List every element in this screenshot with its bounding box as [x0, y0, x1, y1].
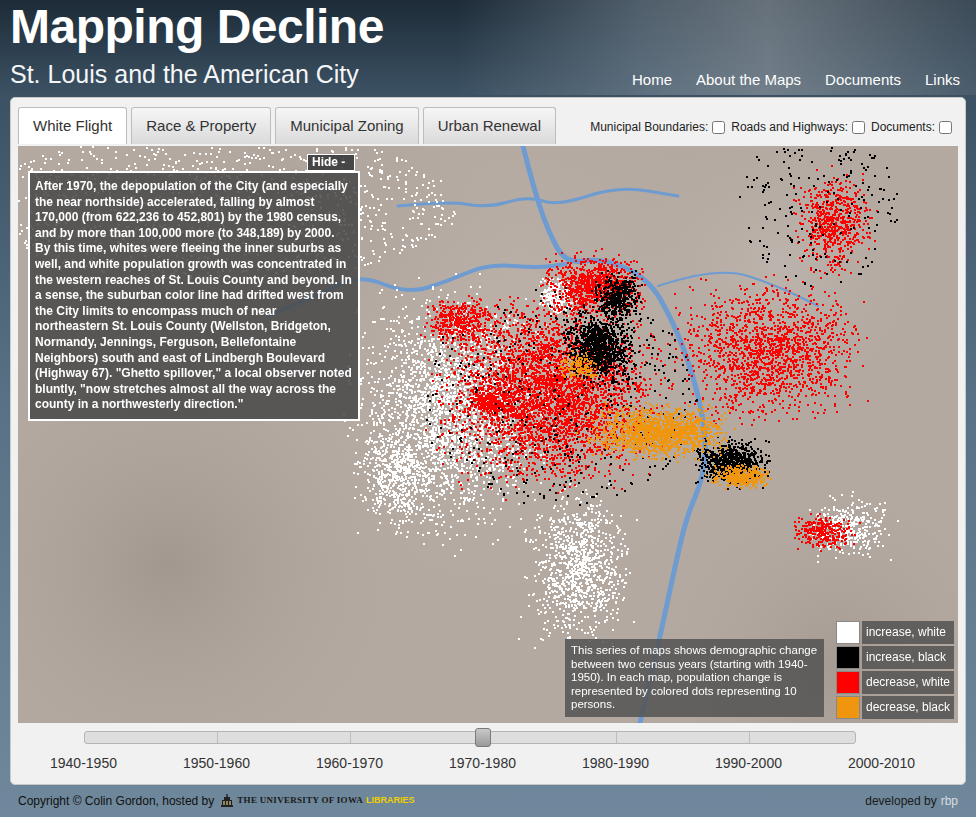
map-tab[interactable]: Urban Renewal [423, 107, 556, 145]
legend-item: increase, white [836, 621, 954, 644]
nav-link-item[interactable]: Links [925, 69, 960, 92]
legend-item: increase, black [836, 646, 954, 669]
map-description: This series of maps shows demographic ch… [565, 639, 824, 717]
copyright-text: Copyright © Colin Gordon, hosted by [18, 792, 214, 810]
legend-swatch [836, 671, 860, 694]
library-name[interactable]: THE UNIVERSITY OF IOWA [237, 794, 363, 808]
legend-swatch [836, 696, 860, 719]
tab-label[interactable]: Urban Renewal [438, 117, 541, 134]
layer-toggle[interactable]: Documents: [871, 118, 958, 136]
timeline-label[interactable]: 1950-1960 [150, 753, 283, 774]
timeline-thumb[interactable] [475, 728, 491, 747]
layer-toggles: Municipal Boundaries: Roads and Highways:… [590, 118, 958, 144]
developer-name[interactable]: rbp [941, 792, 958, 810]
site-titles: Mapping Decline St. Louis and the Americ… [0, 0, 384, 95]
legend-label: increase, white [862, 621, 954, 644]
layer-checkbox[interactable] [852, 121, 865, 134]
timeline-labels: 1940-19501950-19601960-19701970-19801980… [17, 753, 958, 774]
legend-label: decrease, black [862, 696, 954, 719]
layer-label[interactable]: Documents: [871, 118, 935, 136]
legend-item: decrease, black [836, 696, 954, 719]
capitol-building-icon [220, 794, 234, 808]
developed-by-text: developed by [865, 792, 936, 810]
nav-link-item[interactable]: Home [632, 69, 672, 92]
nav-link-item[interactable]: Documents [825, 69, 901, 92]
map-tab[interactable]: White Flight [18, 107, 127, 145]
legend-label: decrease, white [862, 671, 954, 694]
timeline-label[interactable]: 1970-1980 [416, 753, 549, 774]
timeline-label[interactable]: 1990-2000 [682, 753, 815, 774]
footer-credit: Copyright © Colin Gordon, hosted by THE U… [18, 792, 415, 810]
map[interactable]: After 1970, the depopulation of the City… [18, 146, 958, 723]
tab-label[interactable]: Municipal Zoning [290, 117, 403, 134]
site-subtitle: St. Louis and the American City [10, 59, 384, 89]
map-tab[interactable]: Municipal Zoning [275, 107, 418, 145]
header-nav: Home About the Maps Documents Links [456, 0, 976, 95]
timeline-label[interactable]: 2000-2010 [815, 753, 948, 774]
layer-label[interactable]: Municipal Boundaries: [590, 118, 708, 136]
tab-list: White Flight Race & Property Municipal Zon… [18, 107, 556, 145]
map-tab[interactable]: Race & Property [131, 107, 271, 145]
narrative-box: After 1970, the depopulation of the City… [28, 171, 360, 421]
layer-toggle[interactable]: Municipal Boundaries: [590, 118, 731, 136]
timeline: 1940-19501950-19601960-19701970-19801980… [18, 731, 958, 792]
map-legend: increase, whiteincrease, blackdecrease, … [836, 621, 954, 721]
site-footer: Copyright © Colin Gordon, hosted by THE U… [0, 785, 976, 817]
tab-label[interactable]: Race & Property [146, 117, 256, 134]
legend-label: increase, black [862, 646, 954, 669]
timeline-track[interactable] [84, 731, 856, 744]
site-title: Mapping Decline [10, 0, 384, 54]
map-panel: White Flight Race & Property Municipal Zon… [10, 97, 966, 785]
layer-checkbox[interactable] [939, 121, 952, 134]
footer-developer: developed by rbp [865, 792, 958, 810]
timeline-label[interactable]: 1940-1950 [17, 753, 150, 774]
timeline-label[interactable]: 1960-1970 [283, 753, 416, 774]
tab-label[interactable]: White Flight [33, 117, 112, 134]
nav-link-item[interactable]: About the Maps [696, 69, 801, 92]
tab-row: White Flight Race & Property Municipal Zon… [18, 108, 958, 144]
hide-button[interactable]: Hide - [307, 154, 355, 171]
timeline-label[interactable]: 1980-1990 [549, 753, 682, 774]
legend-swatch [836, 646, 860, 669]
legend-item: decrease, white [836, 671, 954, 694]
site-header: Mapping Decline St. Louis and the Americ… [0, 0, 976, 95]
legend-swatch [836, 621, 860, 644]
layer-label[interactable]: Roads and Highways: [731, 118, 848, 136]
library-suffix[interactable]: LIBRARIES [366, 794, 415, 808]
layer-toggle[interactable]: Roads and Highways: [731, 118, 871, 136]
layer-checkbox[interactable] [712, 121, 725, 134]
